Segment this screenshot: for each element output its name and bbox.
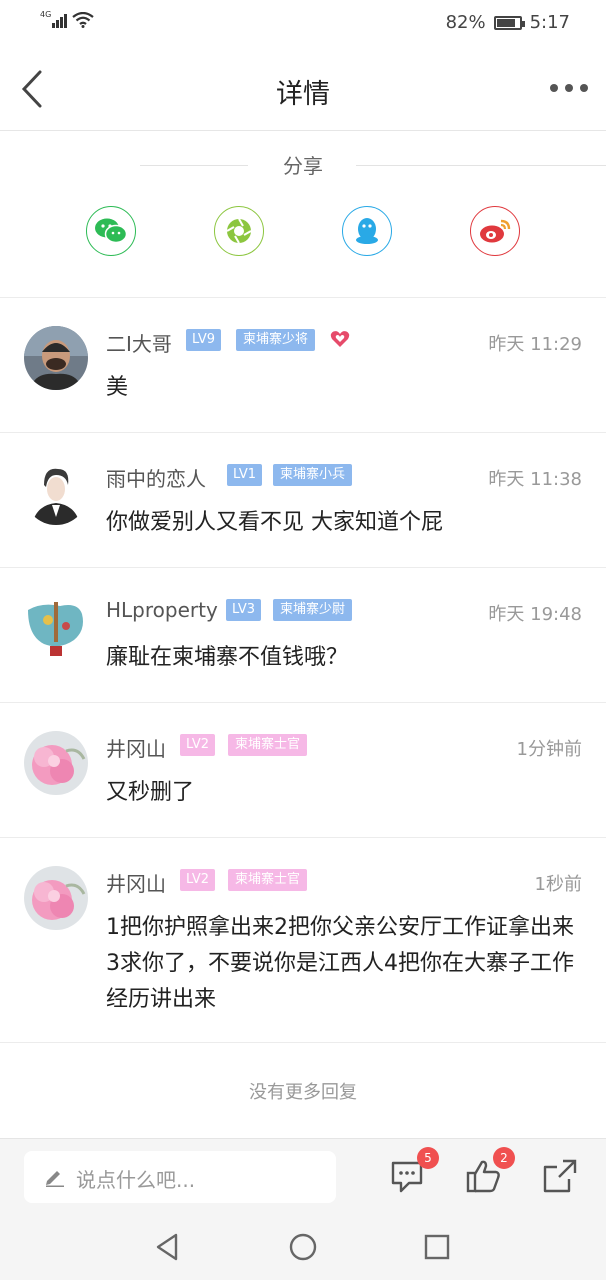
level-badge: LV3 [226,599,261,621]
avatar[interactable] [24,326,88,390]
comment-text: 你做爱别人又看不见 大家知道个屁 [106,510,443,535]
system-back-icon[interactable] [150,1230,184,1264]
comment-time: 1分钟前 [516,739,582,760]
level-badge: LV9 [186,329,221,351]
qq-icon[interactable] [342,206,392,256]
battery-icon [493,15,525,30]
username[interactable]: 二I大哥 [106,328,172,357]
like-count-badge: 2 [493,1147,515,1169]
level-badge: LV2 [180,869,215,891]
comment-time: 1秒前 [534,874,582,895]
wechat-icon[interactable] [86,206,136,256]
comment-time: 昨天 11:29 [488,334,582,355]
weibo-icon[interactable] [470,206,520,256]
network-type: 4G [40,10,52,19]
avatar[interactable] [24,731,88,795]
rank-badge: 柬埔寨士官 [228,869,308,891]
level-badge: LV2 [180,734,215,756]
system-navigation-bar [0,1212,606,1280]
comment-item: 雨中的恋人 LV1 柬埔寨小兵 昨天 11:38 你做爱别人又看不见 大家知道个… [0,433,606,567]
username[interactable]: 井冈山 [106,733,166,762]
like-button[interactable]: 2 [465,1147,515,1195]
comment-text: 廉耻在柬埔寨不值钱哦？ [106,645,349,670]
comment-input[interactable]: 说点什么吧... [24,1151,336,1203]
comment-text: 美 [106,375,129,400]
clock: 5:17 [529,12,570,33]
heart-icon [330,331,350,347]
comment-time: 昨天 19:48 [488,604,582,625]
share-button[interactable] [541,1157,579,1195]
top-navbar: 详情 [0,48,606,131]
rank-badge: 柬埔寨少尉 [273,599,353,621]
status-bar: 4G 82% 5:17 [0,0,606,48]
rank-badge: 柬埔寨小兵 [273,464,353,486]
system-home-icon[interactable] [286,1230,320,1264]
comment-item: 井冈山 LV2 柬埔寨士官 1分钟前 又秒删了 [0,703,606,837]
rank-badge: 柬埔寨士官 [228,734,308,756]
comment-item: 二I大哥 LV9 柬埔寨少将 昨天 11:29 美 [0,298,606,432]
signal-bars-icon [52,14,70,28]
username[interactable]: HLproperty [106,598,218,622]
level-badge: LV1 [227,464,262,486]
battery-percent: 82% [445,12,486,33]
system-recents-icon[interactable] [420,1230,454,1264]
username[interactable]: 雨中的恋人 [106,463,206,492]
avatar[interactable] [24,461,88,525]
bottom-action-bar: 说点什么吧... 5 2 [0,1138,606,1213]
moments-icon[interactable] [214,206,264,256]
avatar[interactable] [24,866,88,930]
username[interactable]: 井冈山 [106,868,166,897]
comment-item: HLproperty LV3 柬埔寨少尉 昨天 19:48 廉耻在柬埔寨不值钱哦… [0,568,606,702]
share-icon [543,1159,577,1193]
wifi-icon [72,12,94,28]
comment-time: 昨天 11:38 [488,469,582,490]
divider [0,1042,606,1043]
more-options-icon[interactable] [550,84,588,92]
avatar[interactable] [24,596,88,660]
comment-button[interactable]: 5 [389,1147,439,1195]
pencil-icon [46,1171,64,1187]
input-placeholder: 说点什么吧... [76,1168,196,1192]
no-more-replies: 没有更多回复 [249,1082,357,1103]
comment-item: 井冈山 LV2 柬埔寨士官 1秒前 1把你护照拿出来2把你父亲公安厅工作证拿出来… [0,838,606,1042]
share-title: 分享 [283,154,323,178]
comment-text: 1把你护照拿出来2把你父亲公安厅工作证拿出来3求你了，不要说你是江西人4把你在大… [106,915,574,1012]
comment-count-badge: 5 [417,1147,439,1169]
comment-text: 又秒删了 [106,780,195,805]
rank-badge: 柬埔寨少将 [236,329,316,351]
page-title: 详情 [276,79,330,110]
